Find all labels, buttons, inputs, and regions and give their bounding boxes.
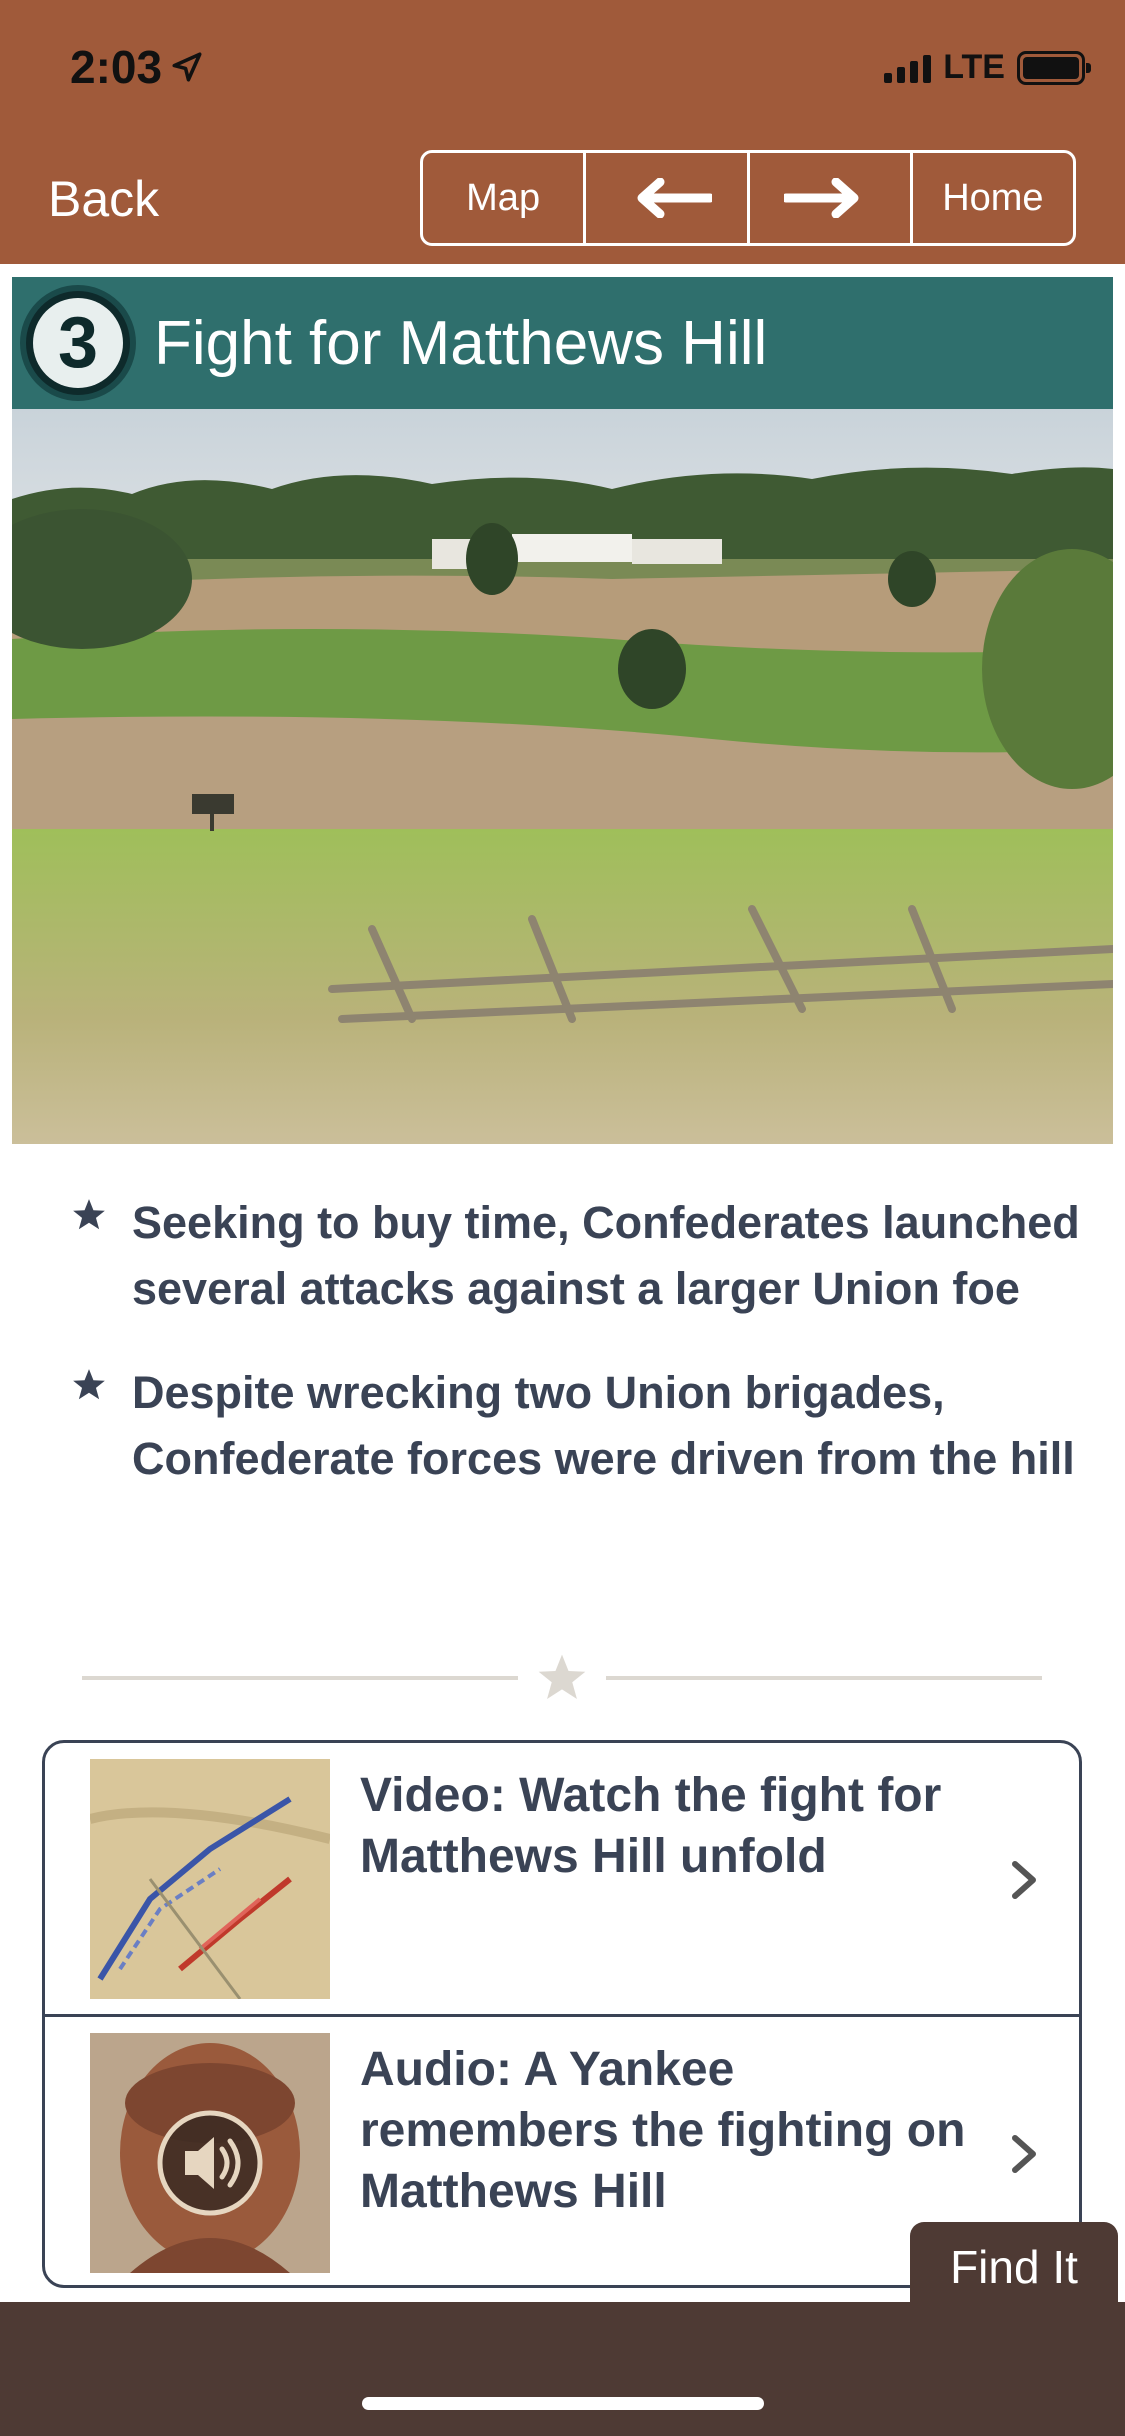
find-it-button[interactable]: Find It — [910, 2222, 1118, 2312]
star-icon — [538, 1654, 586, 1699]
home-indicator[interactable] — [362, 2397, 764, 2410]
previous-button[interactable] — [586, 153, 750, 243]
audio-item-label: Audio: A Yankee remembers the fighting o… — [360, 2043, 966, 2218]
back-button[interactable]: Back — [48, 170, 159, 228]
star-divider — [82, 1650, 1042, 1706]
next-button[interactable] — [750, 153, 913, 243]
battery-icon — [1017, 50, 1091, 85]
nav-button-group: Map Home — [420, 150, 1076, 246]
arrow-left-icon — [637, 178, 713, 218]
bullet-item: Despite wrecking two Union brigades, Con… — [70, 1360, 1080, 1492]
home-button[interactable]: Home — [913, 153, 1073, 243]
stop-number-badge: 3 — [20, 285, 136, 401]
bullet-item: Seeking to buy time, Confederates launch… — [70, 1190, 1080, 1322]
soldier-portrait-speaker-thumbnail — [90, 2033, 330, 2273]
media-list: Video: Watch the fight for Matthews Hill… — [42, 1740, 1082, 2288]
signal-icon — [884, 53, 932, 83]
video-item-label: Video: Watch the fight for Matthews Hill… — [360, 1769, 942, 1883]
chevron-right-icon — [1012, 2135, 1036, 2173]
star-bullet-icon — [73, 1199, 105, 1230]
network-label: LTE — [943, 48, 1005, 86]
stop-title-banner: 3 Fight for Matthews Hill — [12, 277, 1113, 409]
arrow-right-icon — [783, 178, 859, 218]
landscape-photo — [12, 409, 1113, 1144]
bottom-bar — [0, 2302, 1125, 2436]
location-arrow-icon — [172, 52, 202, 82]
battle-map-thumbnail — [90, 1759, 330, 1999]
summary-bullets: Seeking to buy time, Confederates launch… — [70, 1190, 1080, 1530]
status-indicators: LTE — [884, 48, 1091, 87]
status-time: 2:03 — [70, 40, 204, 94]
video-item[interactable]: Video: Watch the fight for Matthews Hill… — [45, 1743, 1079, 2017]
map-button[interactable]: Map — [423, 153, 587, 243]
page-title: Fight for Matthews Hill — [154, 308, 768, 378]
chevron-right-icon — [1012, 1861, 1036, 1899]
star-bullet-icon — [73, 1369, 105, 1400]
header-bar: 2:03 LTE Back Map Home — [0, 0, 1125, 264]
